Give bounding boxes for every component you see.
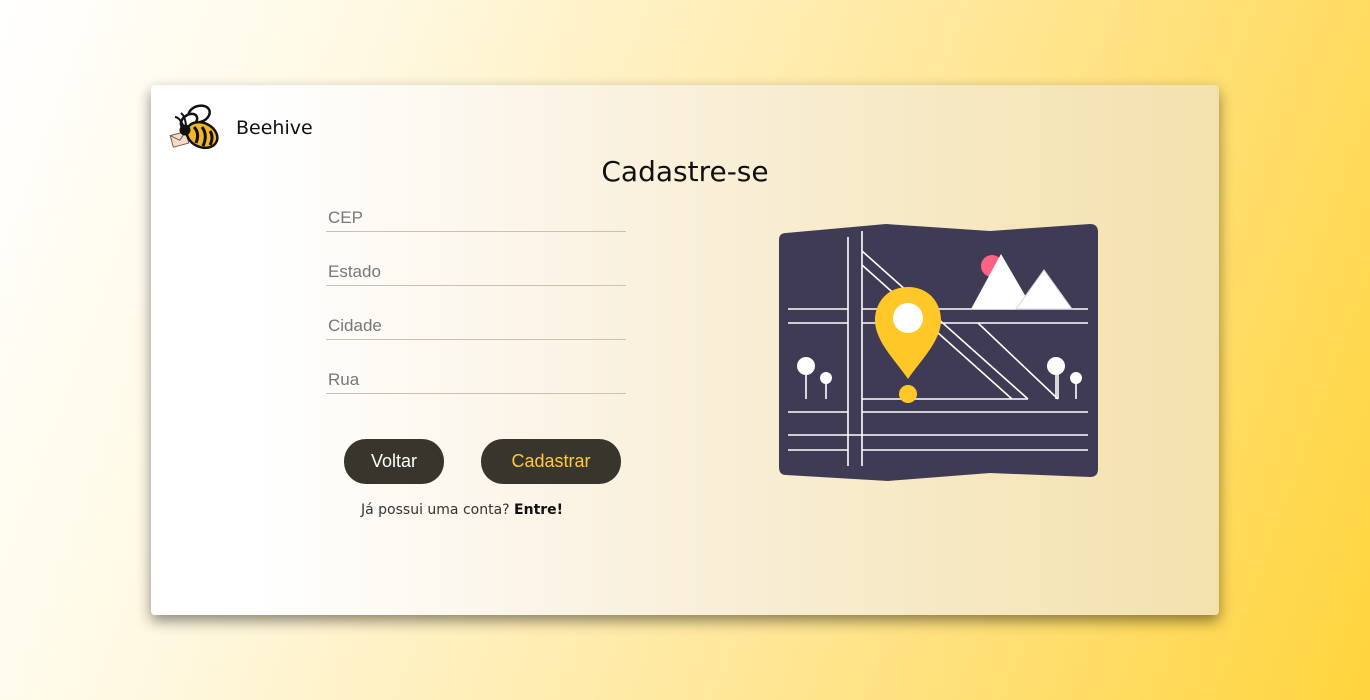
map-pin-illustration (779, 224, 1098, 481)
rua-input[interactable] (326, 367, 626, 394)
brand-name: Beehive (236, 117, 313, 139)
cidade-input[interactable] (326, 313, 626, 340)
page-title: Cadastre-se (601, 155, 769, 188)
login-link[interactable]: Entre! (514, 502, 563, 518)
brand[interactable]: Beehive (169, 103, 313, 153)
back-button[interactable]: Voltar (344, 439, 444, 484)
estado-input[interactable] (326, 259, 626, 286)
login-prompt: Já possui uma conta? Entre! (361, 502, 563, 518)
login-prompt-text: Já possui uma conta? (361, 502, 510, 518)
bee-logo-icon (169, 104, 219, 150)
register-button[interactable]: Cadastrar (481, 439, 621, 484)
register-card: Beehive Cadastre-se Voltar Cadastrar Já … (151, 85, 1219, 615)
cep-input[interactable] (326, 205, 626, 232)
